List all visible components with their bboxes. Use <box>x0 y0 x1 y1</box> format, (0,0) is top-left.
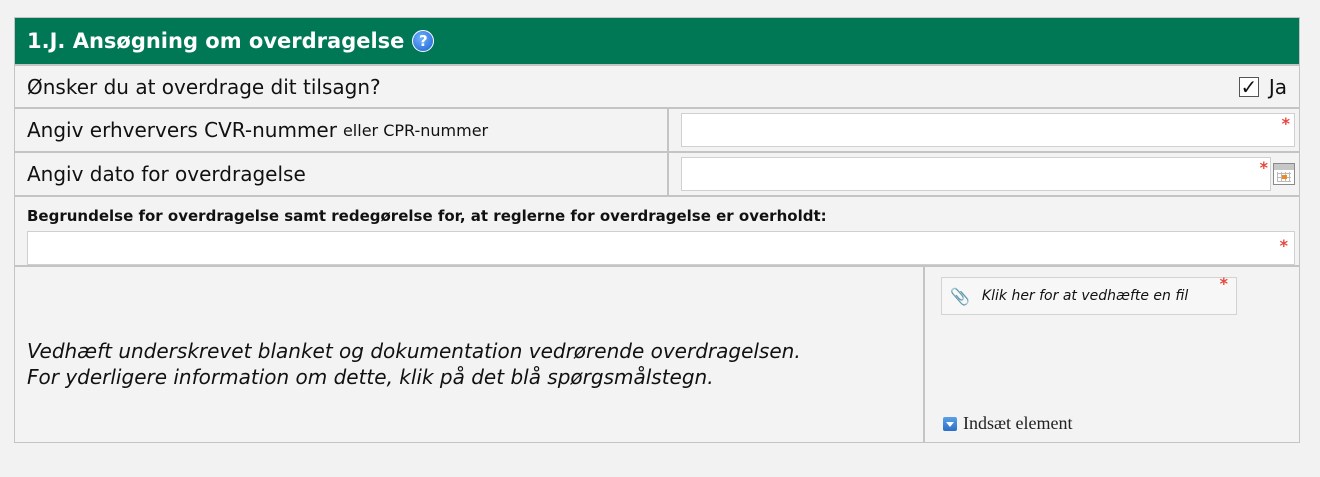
date-input[interactable]: * <box>681 157 1271 191</box>
cvr-label-small: eller CPR-nummer <box>342 120 489 140</box>
transfer-question-label: Ønsker du at overdrage dit tilsagn? <box>27 74 381 99</box>
cvr-input[interactable]: * <box>681 113 1295 147</box>
insert-element-button[interactable]: Indsæt element <box>943 413 1072 434</box>
attachment-description-cell: Vedhæft underskrevet blanket og dokument… <box>15 267 925 442</box>
required-mark: * <box>1259 158 1268 177</box>
section-title: 1.J. Ansøgning om overdragelse <box>27 29 405 53</box>
insert-element-label[interactable]: Indsæt element <box>963 413 1072 434</box>
transfer-checkbox[interactable]: ✓ <box>1238 76 1259 97</box>
attachment-description: Vedhæft underskrevet blanket og dokument… <box>27 338 801 389</box>
dropdown-arrow-icon <box>943 416 957 431</box>
justification-row: Begrundelse for overdragelse samt redegø… <box>15 195 1299 265</box>
section-header: 1.J. Ansøgning om overdragelse ? <box>15 18 1299 64</box>
overdragelse-section: 1.J. Ansøgning om overdragelse ? Ønsker … <box>14 17 1300 443</box>
paperclip-icon: 📎 <box>950 286 970 306</box>
cvr-label-main: Angiv erhververs CVR-nummer <box>27 118 337 142</box>
transfer-checkbox-label[interactable]: Ja <box>1269 75 1287 99</box>
calendar-icon[interactable] <box>1273 163 1295 185</box>
date-label-text: Angiv dato for overdragelse <box>27 162 306 186</box>
required-mark: * <box>1281 114 1290 133</box>
date-input-cell: * <box>669 153 1299 195</box>
cvr-input-cell: * <box>669 109 1299 151</box>
transfer-checkbox-group[interactable]: ✓ Ja <box>1238 75 1287 99</box>
cvr-row: Angiv erhververs CVR-nummer eller CPR-nu… <box>15 107 1299 151</box>
required-mark: * <box>1219 274 1228 293</box>
cvr-label: Angiv erhververs CVR-nummer eller CPR-nu… <box>15 109 669 151</box>
attachment-row: Vedhæft underskrevet blanket og dokument… <box>15 265 1299 442</box>
date-label: Angiv dato for overdragelse <box>15 153 669 195</box>
justification-input[interactable]: * <box>27 231 1295 265</box>
attachment-actions-cell: 📎 Klik her for at vedhæfte en fil * Inds… <box>925 267 1299 442</box>
transfer-question-row: Ønsker du at overdrage dit tilsagn? ✓ Ja <box>15 64 1299 107</box>
date-row: Angiv dato for overdragelse * <box>15 151 1299 195</box>
attach-file-button[interactable]: 📎 Klik her for at vedhæfte en fil * <box>941 274 1237 315</box>
question-circle-icon[interactable]: ? <box>412 30 435 52</box>
attach-file-label[interactable]: Klik her for at vedhæfte en fil <box>982 288 1188 304</box>
required-mark: * <box>1279 236 1288 255</box>
justification-label: Begrundelse for overdragelse samt redegø… <box>27 207 827 225</box>
